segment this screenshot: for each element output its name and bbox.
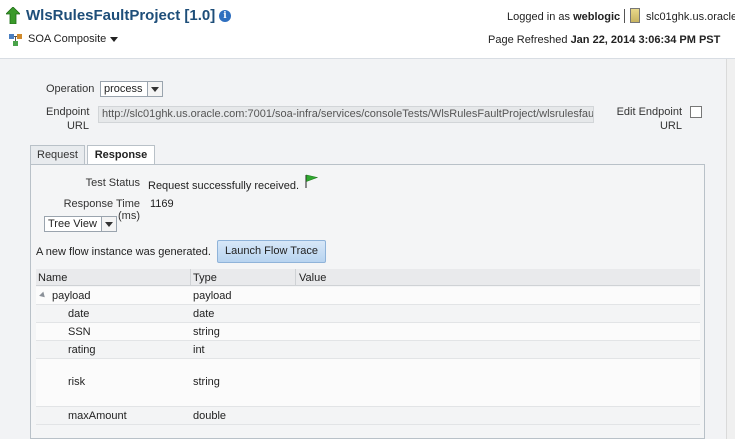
view-select[interactable]: Tree View	[44, 216, 117, 232]
row-name: payload	[52, 290, 91, 302]
table-row[interactable]: maxAmount double	[36, 407, 700, 425]
operation-label: Operation	[46, 83, 95, 95]
vertical-scrollbar[interactable]	[726, 59, 735, 439]
column-header-type[interactable]: Type	[193, 272, 217, 284]
column-header-value[interactable]: Value	[299, 272, 326, 284]
info-icon[interactable]: i	[219, 10, 231, 22]
edit-endpoint-checkbox[interactable]	[690, 106, 702, 118]
up-arrow-icon[interactable]	[6, 7, 20, 24]
page-refreshed: Page Refreshed Jan 22, 2014 3:06:34 PM P…	[488, 34, 720, 46]
soa-composite-label: SOA Composite	[28, 33, 107, 45]
server-name: slc01ghk.us.oracle	[646, 11, 735, 23]
edit-endpoint-label: Edit Endpoint URL	[612, 106, 682, 132]
refreshed-value: Jan 22, 2014 3:06:34 PM PST	[570, 34, 721, 46]
operation-value: process	[104, 83, 143, 95]
launch-flow-trace-button[interactable]: Launch Flow Trace	[217, 240, 326, 263]
refreshed-label: Page Refreshed	[488, 34, 568, 46]
logged-in-text: Logged in as weblogic	[507, 11, 620, 23]
content-area: Operation process Endpoint URL http://sl…	[0, 59, 726, 439]
tab-request[interactable]: Request	[30, 145, 85, 165]
endpoint-label-line2: URL	[66, 120, 89, 132]
row-name: risk	[68, 376, 86, 388]
operation-select[interactable]: process	[100, 81, 163, 97]
table-row[interactable]: risk string	[36, 359, 700, 407]
table-row[interactable]: payload payload	[36, 287, 700, 305]
row-type: payload	[193, 290, 232, 302]
row-type: string	[193, 376, 220, 388]
row-name: maxAmount	[68, 410, 127, 422]
tab-response[interactable]: Response	[87, 145, 155, 165]
table-header: Name Type Value	[36, 269, 700, 286]
user-name: weblogic	[573, 11, 621, 23]
row-type: double	[193, 410, 227, 422]
green-flag-icon	[305, 174, 318, 188]
soa-composite-icon	[9, 34, 22, 46]
logged-in-label: Logged in as	[507, 11, 570, 23]
endpoint-label-line1: Endpoint	[46, 106, 90, 118]
chevron-down-icon	[101, 217, 116, 231]
endpoint-label: Endpoint URL	[46, 106, 89, 132]
row-name: SSN	[68, 326, 91, 338]
row-type: int	[193, 344, 205, 356]
row-name: rating	[68, 344, 96, 356]
row-name: date	[68, 308, 90, 320]
row-type: date	[193, 308, 215, 320]
endpoint-url-field[interactable]: http://slc01ghk.us.oracle.com:7001/soa-i…	[98, 106, 594, 123]
test-status-value: Request successfully received.	[148, 180, 300, 192]
header-separator	[624, 9, 625, 23]
edit-endpoint-label-line2: URL	[659, 120, 682, 132]
table-row[interactable]: rating int	[36, 341, 700, 359]
response-time-value: 1169	[150, 198, 174, 210]
main-area: Operation process Endpoint URL http://sl…	[0, 59, 735, 439]
column-divider	[190, 269, 191, 286]
column-header-name[interactable]: Name	[38, 272, 67, 284]
row-type: string	[193, 326, 220, 338]
soa-composite-menu[interactable]: SOA Composite	[28, 33, 119, 45]
column-divider	[295, 269, 296, 286]
server-icon	[630, 8, 640, 23]
edit-endpoint-label-line1: Edit Endpoint	[616, 106, 682, 118]
page-title: WlsRulesFaultProject [1.0]	[26, 7, 216, 24]
expand-collapse-icon[interactable]	[39, 291, 47, 300]
view-select-value: Tree View	[48, 218, 97, 230]
table-row[interactable]: SSN string	[36, 323, 700, 341]
page-header: WlsRulesFaultProject [1.0] i Logged in a…	[0, 0, 735, 59]
chevron-down-icon	[110, 36, 119, 42]
test-status-label: Test Status	[85, 177, 140, 189]
chevron-down-icon	[147, 82, 162, 96]
flow-instance-message: A new flow instance was generated.	[36, 246, 211, 258]
table-row[interactable]: date date	[36, 305, 700, 323]
